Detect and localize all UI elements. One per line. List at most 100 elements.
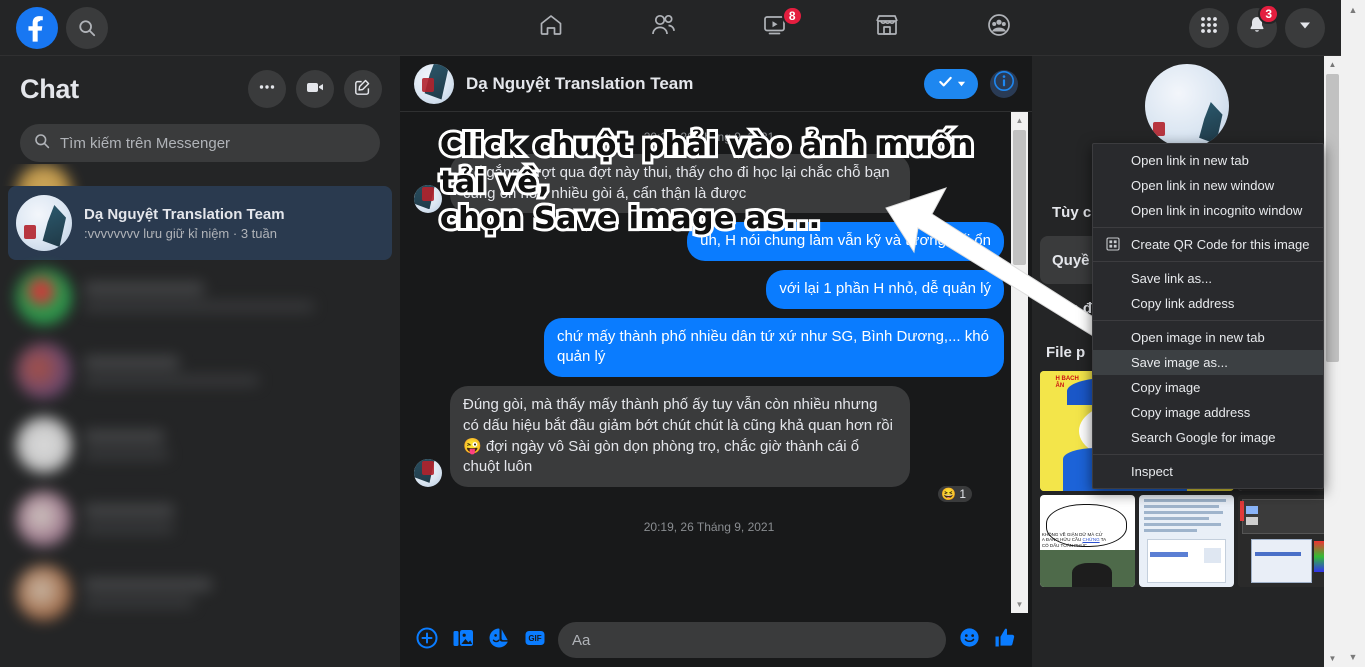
messenger-search-box[interactable] [20, 124, 380, 162]
search-input[interactable] [60, 134, 366, 152]
menu-open-link-in-new-tab[interactable]: Open link in new tab [1093, 148, 1323, 173]
notifications-badge: 3 [1258, 3, 1279, 24]
menu-open-link-in-new-window[interactable]: Open link in new window [1093, 173, 1323, 198]
message-bubble[interactable]: uh, H nói chung làm vẫn kỹ và tương đối … [687, 222, 1004, 262]
list-item[interactable] [8, 408, 392, 482]
menu-search-google-for-image[interactable]: Search Google for image [1093, 425, 1323, 450]
scroll-down-arrow-icon[interactable]: ▼ [1011, 596, 1028, 613]
context-menu-row: Copy image address [1093, 400, 1323, 425]
thread-info-button[interactable] [990, 69, 1018, 98]
check-icon [937, 73, 954, 95]
message-row: uh, H nói chung làm vẫn kỹ và tương đối … [414, 222, 1004, 262]
message-row: Cố gắng vượt qua đợt này thui, thấy cho … [414, 154, 1004, 214]
message-input-box[interactable] [558, 622, 946, 658]
group-avatar[interactable] [1144, 64, 1229, 148]
conversation-list: Dạ Nguyệt Translation Team :vvvvvvvv lưu… [0, 164, 400, 667]
menu-separator [1093, 454, 1323, 455]
scrollbar-thumb[interactable] [1326, 74, 1339, 362]
menu-copy-image-address[interactable]: Copy image address [1093, 400, 1323, 425]
message-input[interactable] [572, 631, 932, 649]
nav-tab-marketplace[interactable] [831, 4, 943, 52]
notifications-button[interactable]: 3 [1237, 3, 1279, 48]
video-camera-icon [305, 77, 325, 102]
menu-inspect[interactable]: Inspect [1093, 459, 1323, 484]
menu-separator [1093, 261, 1323, 262]
new-video-call-button[interactable] [296, 70, 334, 108]
sidebar-actions [248, 70, 382, 108]
scroll-up-arrow-icon[interactable]: ▲ [1341, 0, 1365, 20]
message-reaction-badge[interactable]: 😆 1 [936, 483, 974, 504]
thread-check-dropdown-button[interactable] [924, 68, 978, 99]
message-bubble[interactable]: Đúng gòi, mà thấy mấy thành phố ấy tuy v… [450, 386, 910, 487]
message-composer: GIF [400, 613, 1032, 667]
groups-icon [986, 12, 1012, 43]
conversation-meta [84, 578, 384, 608]
list-item[interactable] [8, 334, 392, 408]
nav-search-button[interactable] [66, 6, 108, 49]
emoji-picker-button[interactable] [956, 627, 982, 653]
nav-tab-groups[interactable] [943, 4, 1055, 52]
list-item-da-nguyet-translation-team[interactable]: Dạ Nguyệt Translation Team :vvvvvvvv lưu… [8, 186, 392, 260]
media-thumbnail[interactable] [1238, 495, 1333, 587]
messages-scroll-area[interactable]: 20:19, 26 Tháng 9, 2021 Cố gắng vượt qua… [400, 112, 1032, 613]
message-bubble[interactable]: Cố gắng vượt qua đợt này thui, thấy cho … [450, 154, 910, 214]
plus-circle-icon [415, 626, 439, 655]
panel-scrollbar[interactable]: ▲ ▼ [1324, 56, 1341, 667]
send-sticker-button[interactable] [486, 627, 512, 653]
menu-copy-image[interactable]: Copy image [1093, 375, 1323, 400]
context-menu-row: Search Google for image [1093, 425, 1323, 450]
message-bubble[interactable]: với lại 1 phần H nhỏ, dễ quản lý [766, 270, 1004, 309]
sidebar-header: Chat [0, 56, 400, 114]
context-menu-row: Open image in new tab [1093, 325, 1323, 350]
menu-copy-link-address[interactable]: Copy link address [1093, 291, 1323, 316]
qr-code-icon [1105, 236, 1121, 252]
context-menu-row: Inspect [1093, 459, 1323, 484]
menu-save-link-as[interactable]: Save link as... [1093, 266, 1323, 291]
compose-icon [354, 78, 372, 101]
context-menu-row: Open link in new tab [1093, 148, 1323, 173]
panel-item-label: Quyề [1052, 251, 1090, 269]
media-thumbnail[interactable] [1139, 495, 1234, 587]
media-thumbnail[interactable]: KHÔNG VỀ GIẬN DỮ MÀ CỬ A ĐANG HỮU CẦU CHỨ… [1040, 495, 1135, 587]
scroll-up-arrow-icon[interactable]: ▲ [1011, 112, 1028, 129]
scroll-down-arrow-icon[interactable]: ▼ [1324, 650, 1341, 667]
add-attachment-button[interactable] [414, 627, 440, 653]
menu-save-image-as[interactable]: Save image as... [1093, 350, 1323, 375]
conversation-meta: Dạ Nguyệt Translation Team :vvvvvvvv lưu… [84, 206, 384, 241]
message-bubble[interactable]: chứ mấy thành phố nhiều dân tứ xứ như SG… [544, 317, 1004, 378]
send-photo-button[interactable] [450, 627, 476, 653]
context-menu-row: Save link as... [1093, 266, 1323, 291]
nav-tab-friends[interactable] [607, 4, 719, 52]
facebook-logo-icon[interactable] [16, 6, 58, 49]
scroll-down-arrow-icon[interactable]: ▼ [1341, 647, 1365, 667]
menu-create-qr-code[interactable]: Create QR Code for this image [1093, 232, 1323, 257]
menu-separator [1093, 320, 1323, 321]
send-gif-button[interactable]: GIF [522, 627, 548, 653]
messages-scrollbar[interactable]: ▲ ▼ [1011, 112, 1028, 613]
menu-open-image-in-new-tab[interactable]: Open image in new tab [1093, 325, 1323, 350]
account-menu-button[interactable] [1285, 7, 1325, 48]
scroll-up-arrow-icon[interactable]: ▲ [1324, 56, 1341, 73]
conversation-preview: :vvvvvvvv lưu giữ kỉ niệm · 3 tuần [84, 225, 277, 241]
menu-grid-button[interactable] [1189, 7, 1229, 48]
send-like-button[interactable] [992, 627, 1018, 653]
browser-scrollbar[interactable]: ▲ ▼ [1341, 0, 1365, 667]
more-options-button[interactable] [248, 70, 286, 108]
thumbs-up-icon [993, 626, 1017, 655]
nav-tab-home[interactable] [495, 4, 607, 52]
message-row: với lại 1 phần H nhỏ, dễ quản lý [414, 270, 1004, 309]
avatar [16, 164, 72, 186]
scrollbar-thumb[interactable] [1013, 130, 1026, 265]
new-message-button[interactable] [344, 70, 382, 108]
list-item[interactable] [8, 556, 392, 630]
reaction-count: 1 [959, 486, 966, 501]
list-item-partial[interactable] [0, 164, 400, 186]
menu-open-link-in-incognito-window[interactable]: Open link in incognito window [1093, 198, 1323, 223]
nav-tab-watch[interactable]: 8 [719, 4, 831, 52]
list-item[interactable] [8, 482, 392, 556]
avatar [414, 185, 442, 214]
thread-avatar[interactable] [414, 63, 454, 104]
list-item[interactable] [8, 260, 392, 334]
search-icon [34, 133, 50, 154]
svg-text:GIF: GIF [528, 634, 541, 643]
